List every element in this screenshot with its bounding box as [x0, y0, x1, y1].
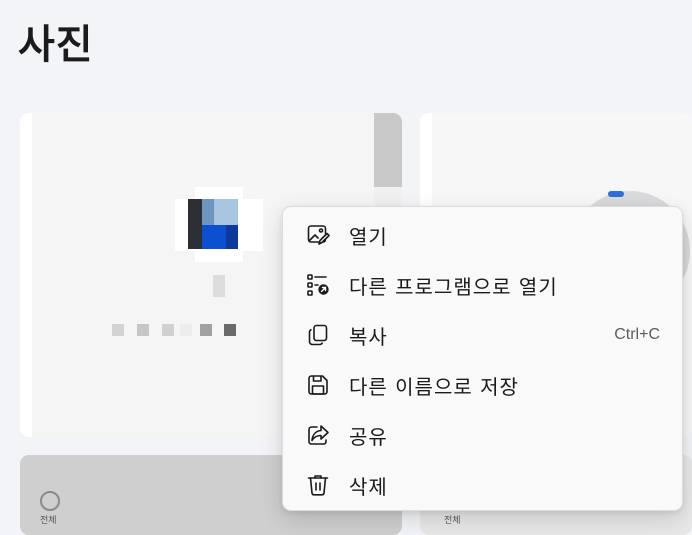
share-icon [305, 422, 331, 448]
save-icon [305, 372, 331, 398]
pixel-dots-row [112, 324, 242, 336]
menu-item-copy[interactable]: 복사 Ctrl+C [287, 313, 678, 357]
menu-item-delete[interactable]: 삭제 [287, 463, 678, 507]
select-checkbox[interactable] [40, 491, 60, 511]
menu-item-label: 복사 [349, 324, 388, 349]
open-with-icon [305, 272, 331, 298]
thumbnail-label: 전체 [444, 516, 461, 526]
menu-item-label: 삭제 [349, 474, 388, 499]
pixel-art-image [175, 187, 263, 297]
menu-item-label: 공유 [349, 424, 388, 449]
thumbnail-border [20, 113, 32, 437]
menu-item-share[interactable]: 공유 [287, 413, 678, 457]
menu-item-open[interactable]: 열기 [287, 213, 678, 257]
trash-icon [305, 472, 331, 498]
shortcut-hint: Ctrl+C [614, 326, 660, 343]
menu-item-label: 다른 이름으로 저장 [349, 374, 519, 399]
thumbnail-strip [374, 113, 402, 187]
image-edit-icon [305, 222, 331, 248]
context-menu: 열기 다른 프로그램으로 열기 복사 Ctrl+C 다른 이름으로 저장 공유 … [282, 206, 683, 511]
menu-item-label: 열기 [349, 224, 388, 249]
copy-icon [305, 322, 331, 348]
page-title: 사진 [18, 22, 94, 68]
photo-accent-dot [608, 191, 624, 197]
menu-item-label: 다른 프로그램으로 열기 [349, 274, 558, 299]
thumbnail-label: 전체 [40, 516, 57, 526]
menu-item-save-as[interactable]: 다른 이름으로 저장 [287, 363, 678, 407]
menu-item-open-with[interactable]: 다른 프로그램으로 열기 [287, 263, 678, 307]
